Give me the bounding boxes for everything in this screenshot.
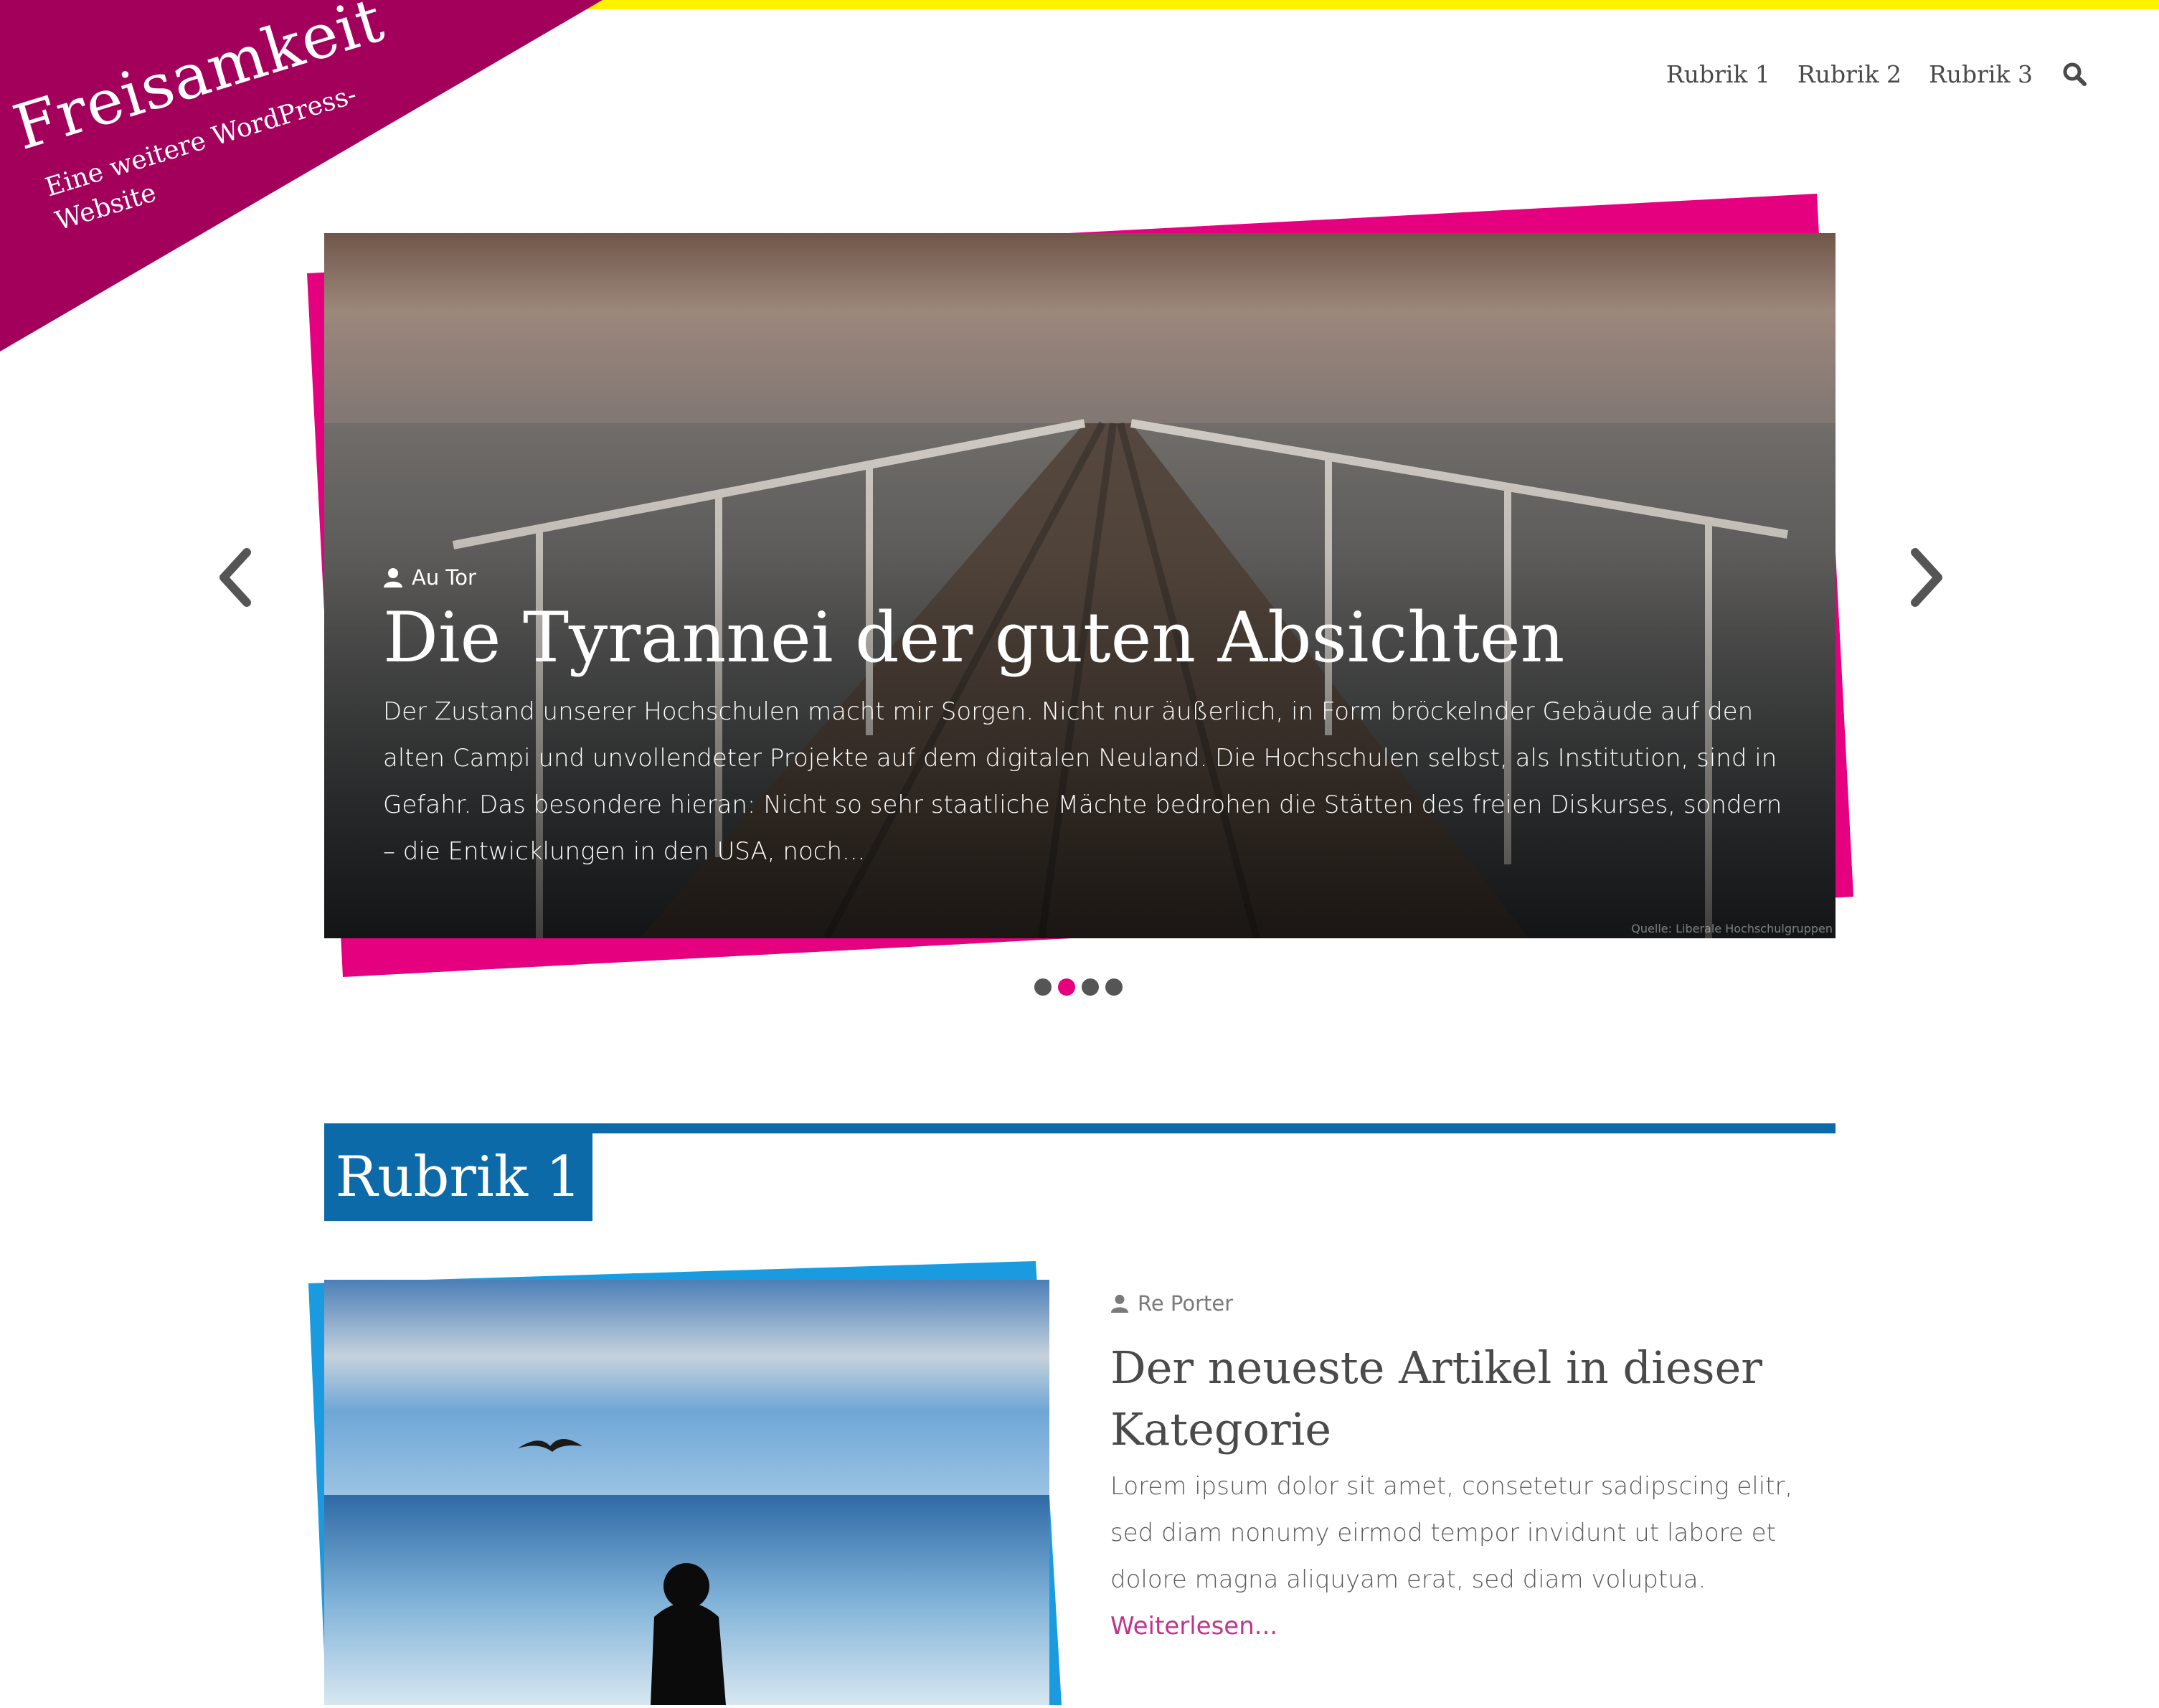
hero-excerpt: Der Zustand unserer Hochschulen macht mi… (383, 697, 1782, 866)
site-title-link[interactable]: Freisamkeit Eine weitere WordPress-Websi… (6, 0, 418, 242)
chevron-right-icon[interactable] (1901, 545, 1951, 610)
article-excerpt: Lorem ipsum dolor sit amet, consetetur s… (1110, 1472, 1793, 1594)
article-author[interactable]: Re Porter (1110, 1291, 1842, 1316)
slider-dot-4[interactable] (1105, 978, 1123, 996)
slider-dot-3[interactable] (1082, 978, 1099, 996)
hero-slide[interactable]: Au Tor Die Tyrannei der guten Absichten … (324, 233, 1836, 938)
hero-caption: Au Tor Die Tyrannei der guten Absichten … (383, 565, 1789, 875)
slider-dot-1[interactable] (1034, 978, 1052, 996)
section-title: Rubrik 1 (335, 1145, 582, 1209)
search-icon[interactable] (2059, 58, 2090, 90)
slider-dot-2[interactable] (1058, 978, 1075, 996)
image-credit: Quelle: Liberale Hochschulgruppen (1631, 922, 1833, 935)
article-author-name: Re Porter (1138, 1291, 1234, 1316)
article-teaser: Re Porter Der neueste Artikel in dieser … (1110, 1291, 1842, 1650)
slider-pagination (1034, 978, 1129, 996)
hero-title[interactable]: Die Tyrannei der guten Absichten (383, 599, 1789, 677)
section-heading[interactable]: Rubrik 1 (324, 1133, 592, 1221)
article-image[interactable] (324, 1280, 1049, 1705)
user-icon (1110, 1294, 1129, 1313)
hero-author-name: Au Tor (412, 565, 476, 590)
nav-item-rubrik-1[interactable]: Rubrik 1 (1666, 60, 1770, 88)
nav-item-rubrik-2[interactable]: Rubrik 2 (1797, 60, 1901, 88)
chevron-left-icon[interactable] (211, 545, 261, 610)
main-navigation: Rubrik 1 Rubrik 2 Rubrik 3 (1639, 56, 2159, 92)
hero-author[interactable]: Au Tor (383, 565, 1789, 590)
section-divider (324, 1123, 1836, 1133)
user-icon (384, 568, 402, 588)
nav-item-rubrik-3[interactable]: Rubrik 3 (1929, 60, 2033, 88)
article-title[interactable]: Der neueste Artikel in dieser Kategorie (1110, 1337, 1842, 1461)
read-more-link[interactable]: Weiterlesen... (1110, 1603, 1277, 1650)
